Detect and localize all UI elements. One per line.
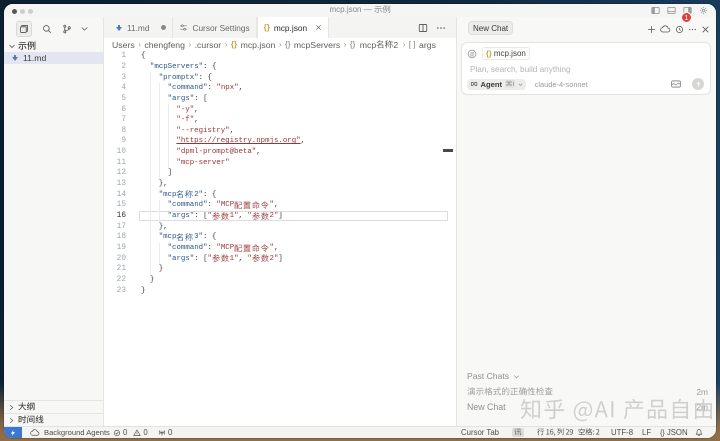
svg-text:@: @	[469, 51, 474, 57]
